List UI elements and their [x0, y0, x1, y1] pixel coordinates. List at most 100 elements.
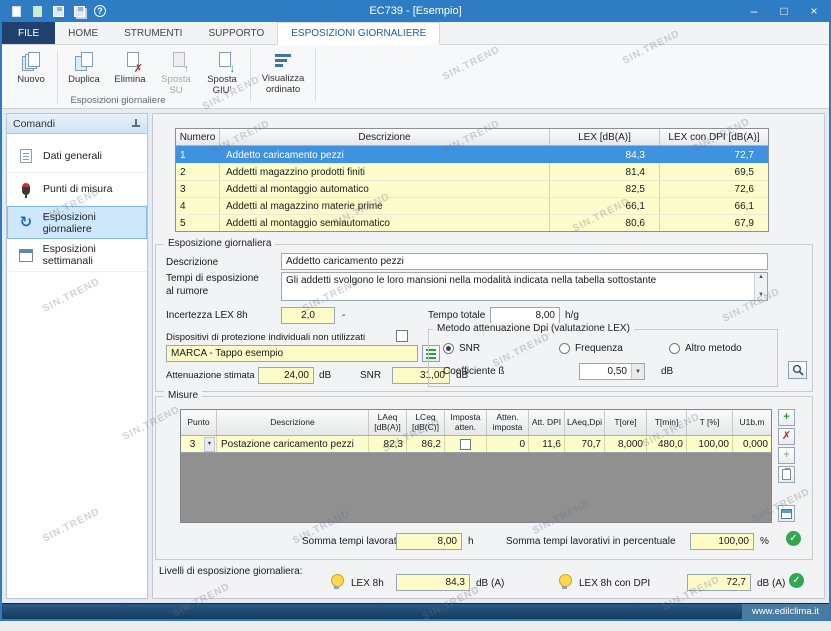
sposta-su-label: Sposta SU — [161, 75, 191, 97]
scroll-up-icon[interactable]: ▲ — [758, 274, 764, 282]
sidebar-item-punti-di-misura[interactable]: Punti di misura — [7, 173, 147, 206]
clipboard-icon — [782, 469, 791, 480]
descrizione-input[interactable]: Addetto caricamento pezzi — [281, 253, 768, 270]
content-area: Comandi Dati generali Punti di misura ↻ … — [2, 109, 829, 603]
search-dpi-button[interactable] — [788, 361, 807, 379]
radio-altro-metodo[interactable]: Altro metodo — [669, 343, 742, 354]
close-button[interactable]: × — [799, 0, 829, 22]
show-table-button[interactable] — [778, 505, 795, 522]
radio-frequenza[interactable]: Frequenza — [559, 343, 623, 354]
radio-dot — [559, 343, 570, 354]
duplicate-measure-button[interactable]: + — [778, 447, 795, 464]
somma-perc-unit: % — [760, 536, 769, 549]
coefficiente-label: Coefficiente ß — [443, 366, 505, 379]
table-row[interactable]: 3 Addetti al montaggio automatico 82,5 7… — [176, 180, 768, 197]
tab-strumenti[interactable]: STRUMENTI — [111, 22, 195, 44]
paste-measure-button[interactable] — [778, 466, 795, 483]
table-row[interactable]: 4 Addetti al magazzino materie prime 66,… — [176, 197, 768, 214]
duplica-label: Duplica — [68, 75, 100, 86]
cell-numero: 3 — [176, 181, 220, 197]
cell-descrizione: Addetti magazzino prodotti finiti — [220, 164, 550, 180]
radio-dot — [669, 343, 680, 354]
somma-perc-value: 100,00 — [718, 536, 749, 547]
tab-home[interactable]: HOME — [55, 22, 111, 44]
tempo-totale-input[interactable]: 8,00 — [490, 307, 560, 324]
chevron-down-icon[interactable]: ▼ — [631, 364, 644, 379]
incertezza-suffix: - — [342, 310, 345, 323]
chevron-down-icon[interactable]: ▼ — [204, 437, 215, 452]
tempi-esposizione-value: Gli addetti svolgono le loro mansioni ne… — [286, 275, 656, 286]
sidebar-item-esposizioni-settimanali[interactable]: Esposizioni settimanali — [7, 239, 147, 272]
col-header: Atten. imposta — [487, 410, 529, 435]
duplica-button[interactable]: Duplica — [61, 47, 107, 86]
sidebar-item-dati-generali[interactable]: Dati generali — [7, 140, 147, 173]
attenuazione-unit: dB — [319, 370, 331, 383]
tempi-esposizione-textarea[interactable]: Gli addetti svolgono le loro mansioni ne… — [281, 272, 768, 301]
daily-cycle-icon: ↻ — [17, 215, 35, 230]
group-title: Esposizione giornaliera — [164, 238, 275, 249]
cell-att-dpi: 11,6 — [529, 436, 565, 452]
somma-perc-label: Somma tempi lavorativi in percentuale — [506, 536, 676, 549]
ribbon: Nuovo Duplica ✗ Elimina ↑ Sposta SU ↓ — [2, 45, 829, 109]
maximize-button[interactable]: □ — [769, 0, 799, 22]
sidebar-item-esposizioni-giornaliere[interactable]: ↻ Esposizioni giornaliere — [7, 206, 147, 239]
visualizza-ordinato-button[interactable]: Visualizza ordinato — [254, 45, 312, 108]
elimina-button[interactable]: ✗ Elimina — [107, 47, 153, 86]
new-file-icon[interactable] — [9, 4, 23, 18]
marca-field[interactable]: MARCA - Tappo esempio — [166, 345, 418, 362]
table-row[interactable]: 5 Addetti al montaggio semiautomatico 80… — [176, 214, 768, 231]
tab-file[interactable]: FILE — [2, 22, 55, 44]
tempo-totale-label: Tempo totale — [428, 310, 485, 323]
radio-snr[interactable]: SNR — [443, 343, 480, 354]
delete-measure-button[interactable]: ✗ — [778, 428, 795, 445]
dpi-non-utilizzati-checkbox[interactable] — [396, 330, 408, 342]
incertezza-value: 2,0 — [301, 310, 315, 321]
col-header: LAeq,Dpi — [565, 410, 605, 435]
cell-lex-dpi: 72,7 — [660, 147, 768, 163]
somma-perc-field: 100,00 — [690, 533, 754, 550]
coefficiente-dropdown[interactable]: 0,50 ▼ — [579, 363, 645, 380]
pin-icon[interactable] — [131, 119, 141, 129]
add-measure-button[interactable]: + — [778, 409, 795, 426]
attenuazione-stimata-input[interactable]: 24,00 — [258, 367, 314, 384]
col-header: T[ore] — [605, 410, 647, 435]
cell-u1bm: 0,000 — [733, 436, 771, 452]
sposta-giu-label: Sposta GIU' — [207, 75, 237, 97]
cell-descrizione: Addetti al montaggio semiautomatico — [220, 215, 550, 231]
sposta-giu-button[interactable]: ↓ Sposta GIU' — [199, 47, 245, 97]
save-all-icon[interactable] — [72, 4, 86, 18]
scrollbar[interactable]: ▲ ▼ — [754, 273, 767, 300]
cell-numero: 4 — [176, 198, 220, 214]
table-row[interactable]: 1 Addetto caricamento pezzi 84,3 72,7 — [176, 146, 768, 163]
livelli-title: Livelli di esposizione giornaliera: — [159, 566, 302, 579]
descrizione-value: Addetto caricamento pezzi — [286, 256, 404, 267]
empty-table-area — [181, 453, 771, 522]
punto-combo[interactable]: 3▼ — [181, 436, 217, 452]
help-icon[interactable]: ? — [93, 4, 107, 18]
tab-supporto[interactable]: SUPPORTO — [195, 22, 277, 44]
sorted-list-icon — [275, 49, 291, 72]
ribbon-group-label: Esposizioni giornaliere — [2, 95, 234, 106]
save-icon[interactable] — [51, 4, 65, 18]
minimize-button[interactable]: – — [739, 0, 769, 22]
misure-row[interactable]: 3▼ Postazione caricamento pezzi 82,3 86,… — [181, 436, 771, 453]
exposures-table-header: Numero Descrizione LEX [dB(A)] LEX con D… — [176, 129, 768, 146]
statusbar-link[interactable]: www.edilclima.it — [742, 604, 829, 619]
tab-esposizioni-giornaliere[interactable]: ESPOSIZIONI GIORNALIERE — [277, 22, 440, 45]
somma-tempi-value: 8,00 — [438, 536, 457, 547]
lex8h-dpi-label: LEX 8h con DPI — [579, 578, 650, 591]
lex8h-value: 84,3 — [446, 577, 465, 588]
incertezza-input[interactable]: 2,0 — [281, 307, 335, 324]
magnifier-icon — [792, 364, 804, 376]
attenuazione-value: 24,00 — [284, 370, 309, 381]
cell-lceq: 86,2 — [407, 436, 445, 452]
cell-numero: 1 — [176, 147, 220, 163]
nuovo-button[interactable]: Nuovo — [8, 47, 54, 86]
imposta-atten-checkbox[interactable] — [460, 439, 471, 450]
col-header: Att. DPI — [529, 410, 565, 435]
scroll-down-icon[interactable]: ▼ — [758, 292, 764, 300]
radio-label: SNR — [459, 343, 480, 354]
table-row[interactable]: 2 Addetti magazzino prodotti finiti 81,4… — [176, 163, 768, 180]
open-file-icon[interactable] — [30, 4, 44, 18]
col-header: Imposta atten. — [445, 410, 487, 435]
